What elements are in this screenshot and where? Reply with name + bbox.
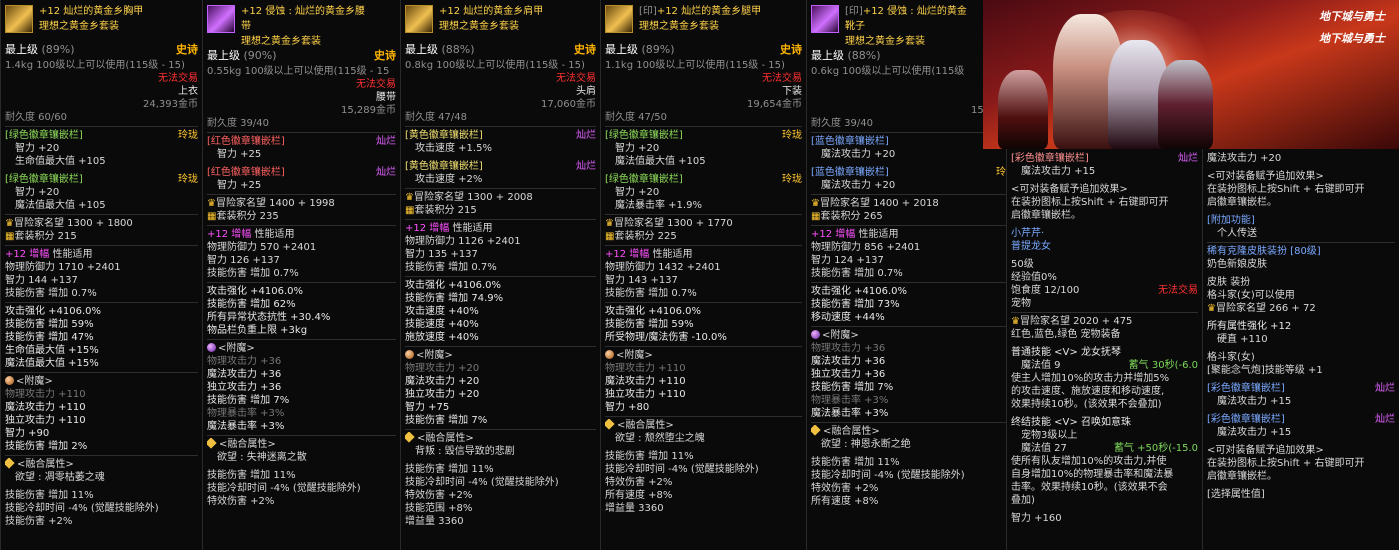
emblem-slot: [红色徽章镶嵌栏] 灿烂 [207,136,396,147]
tooltip-header: +12 灿烂的黄金乡胸甲 理想之黄金乡套装 [5,3,198,43]
item-tooltip-legs: [印]+12 灿烂的黄金乡腿甲 理想之黄金乡套装 最上级 (89%) 史诗 1.1… [600,0,806,550]
tooltip-header: +12 灿烂的黄金乡肩甲 理想之黄金乡套装 [405,3,596,43]
item-title: +12 灿烂的黄金乡胸甲 [39,6,144,17]
boots-icon [811,5,839,33]
fusion-diamond-icon [207,438,217,449]
slot-type: 上衣 [178,86,198,97]
game-logo: 地下城与勇士 [1319,32,1385,45]
emblem-slot: [蓝色徽章镶嵌栏]玲 [811,167,1006,178]
character-figure [1158,60,1213,149]
tooltip-header: [印]+12 侵蚀 : 灿烂的黄金 靴子 理想之黄金乡套装 [811,3,1006,49]
emblem-slot: [黄色徽章镶嵌栏] 灿烂 [405,161,596,172]
enchant-title: <附魔> [5,375,198,388]
fusion-diamond-icon [811,425,821,436]
belt-icon [207,5,235,33]
emblem-slot: [绿色徽章镶嵌栏] 玲珑 [5,130,198,141]
enchant-orb-icon [605,350,614,359]
item-tooltip-shoulder: +12 灿烂的黄金乡肩甲 理想之黄金乡套装 最上级 (88%) 史诗 0.8kg … [400,0,600,550]
game-logo: 地下城与勇士 [1319,10,1385,23]
seal-icon: [印] [845,6,863,17]
fame-icon: ♛ [1207,303,1216,314]
set-points: ▦套装积分 215 [5,231,77,242]
fusion-diamond-icon [605,419,615,430]
emblem-slot: [绿色徽章镶嵌栏] 玲珑 [605,174,802,185]
enchant-orb-icon [405,350,414,359]
emblem-slot: [黄色徽章镶嵌栏] 灿烂 [405,130,596,141]
tooltip-header: +12 侵蚀 : 灿烂的黄金乡腰 带 理想之黄金乡套装 [207,3,396,49]
set-name: 理想之黄金乡套装 [39,21,119,32]
fame: ♛冒险家名望 1300 + 1800 [5,218,133,229]
trade-status: 无法交易 [158,73,198,84]
tooltip-header: [印]+12 灿烂的黄金乡腿甲 理想之黄金乡套装 [605,3,802,43]
price: 24,393金币 [143,99,198,110]
chest-armor-icon [5,5,33,33]
item-tooltip-chest: +12 灿烂的黄金乡胸甲 理想之黄金乡套装 最上级 (89%) 史诗 1.4kg … [0,0,202,550]
weight-row: 1.4kg 100级以上可以使用(115级 - 15) [5,60,185,71]
weight-row: 0.55kg 100级以上可以使用(115级 - 15 [207,66,390,77]
fame-icon: ♛ [405,192,414,203]
emblem-slot: [蓝色徽章镶嵌栏]玲 [811,136,1006,147]
durability: 耐久度 60/60 [5,112,67,123]
fame-icon: ♛ [5,218,14,229]
set-name: 理想之黄金乡套装 [241,36,321,47]
enchant-orb-icon [207,343,216,352]
fame-icon: ♛ [1011,316,1020,327]
pet-name: 小芹芹· [1011,228,1045,239]
emblem-slot: [彩色徽章镶嵌栏] 灿烂 [1011,153,1198,164]
emblem-slot: [绿色徽章镶嵌栏] 玲珑 [605,130,802,141]
fusion-diamond-icon [5,458,15,469]
emblem-slot: [绿色徽章镶嵌栏] 玲珑 [5,174,198,185]
fame-icon: ♛ [811,198,820,209]
enchant-orb-icon [811,330,820,339]
fame-icon: ♛ [605,218,614,229]
seal-icon: [印] [639,6,657,17]
item-title: +12 侵蚀 : 灿烂的黄金乡腰 [241,6,366,17]
enchant-orb-icon [5,376,14,385]
item-tooltip-belt: +12 侵蚀 : 灿烂的黄金乡腰 带 理想之黄金乡套装 最上级 (90%) 史诗 … [202,0,400,550]
character-figure [998,70,1048,149]
grade-row: 最上级 (90%) 史诗 [207,49,396,62]
fame-icon: ♛ [207,198,216,209]
fusion-title: <融合属性> [5,458,198,471]
item-tooltip-pet: [彩色徽章镶嵌栏] 灿烂 魔法攻击力 +15 <可对装备赋予追加效果> 在装扮图标… [1006,149,1202,550]
leg-armor-icon [605,5,633,33]
shoulder-armor-icon [405,5,433,33]
grade-row: 最上级 (89%) 史诗 [5,43,198,56]
amplify: +12 增幅 性能适用 [5,249,93,260]
emblem-slot: [红色徽章镶嵌栏] 灿烂 [207,167,396,178]
fusion-diamond-icon [405,432,415,443]
emblem-slot: [彩色徽章镶嵌栏] 灿烂 [1207,383,1395,394]
item-tooltip-boots: [印]+12 侵蚀 : 灿烂的黄金 靴子 理想之黄金乡套装 最上级 (88%) … [806,0,1010,550]
game-artwork-banner: 地下城与勇士 地下城与勇士 [983,0,1399,149]
item-title-line2: 带 [241,21,251,32]
item-tooltip-skin: 魔法攻击力 +20 <可对装备赋予追加效果> 在装扮图标上按Shift + 右键… [1202,149,1399,550]
emblem-slot: [彩色徽章镶嵌栏] 灿烂 [1207,414,1395,425]
